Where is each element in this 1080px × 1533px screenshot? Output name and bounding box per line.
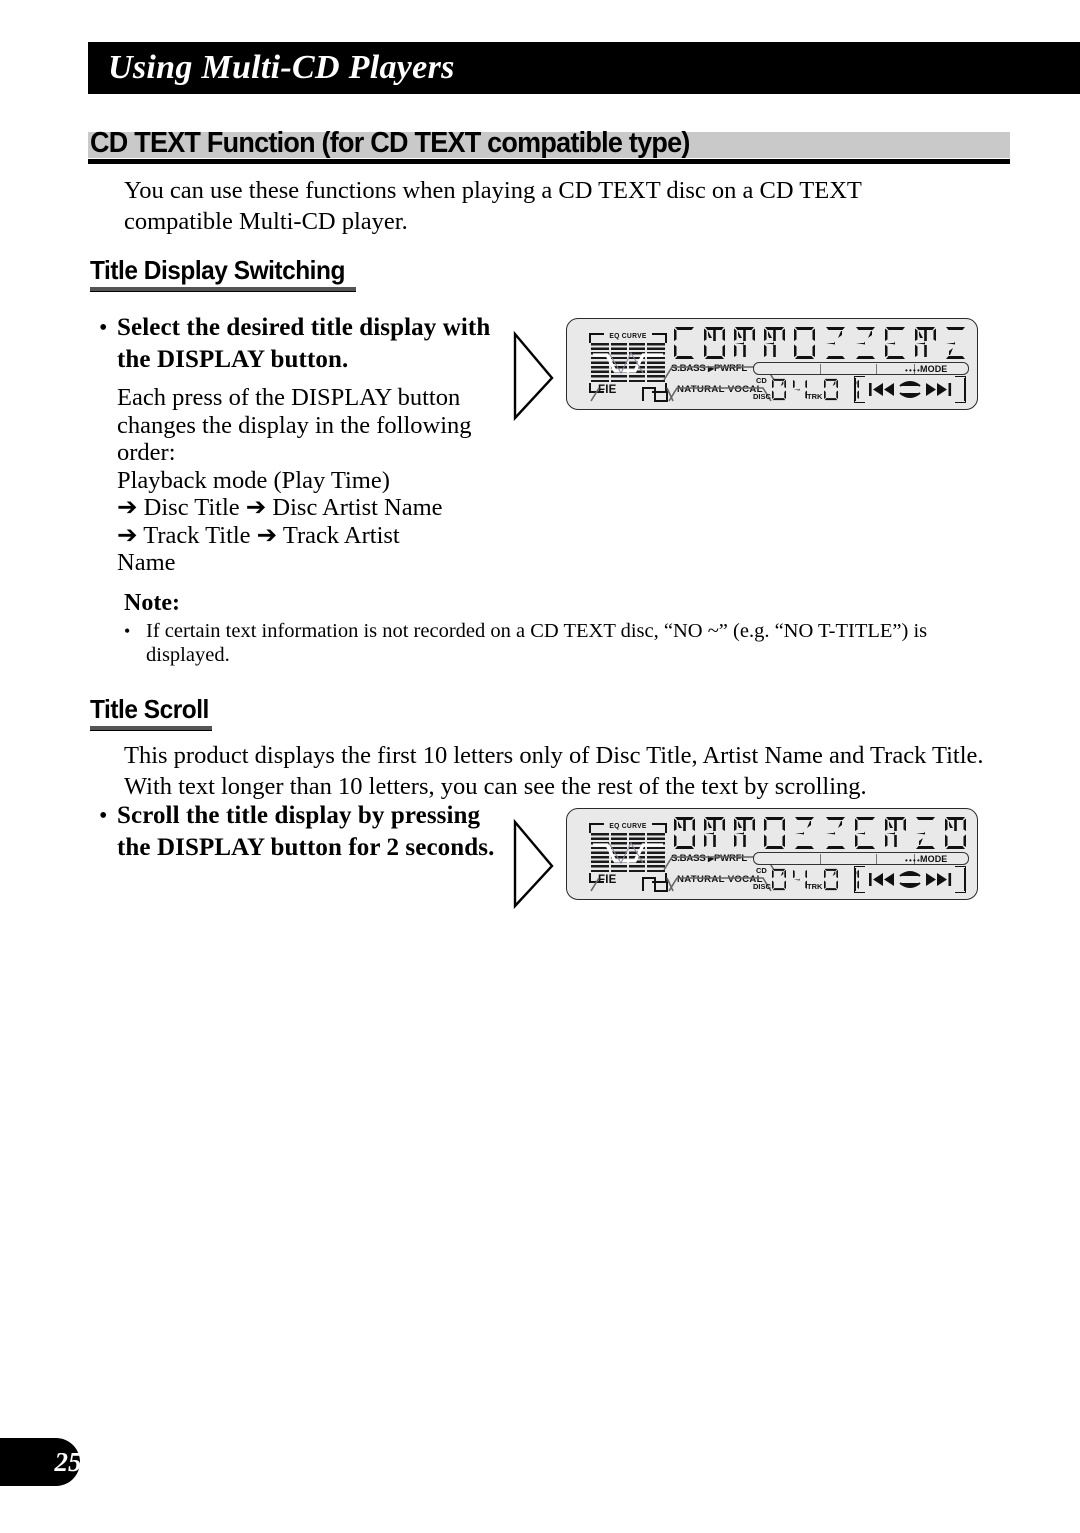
segment-char xyxy=(791,326,818,360)
section-heading-block: CD TEXT Function (for CD TEXT compatible… xyxy=(88,126,1010,164)
segment-char xyxy=(822,867,840,892)
waveform-icon xyxy=(642,877,674,892)
eq-curve-label: EQ CURVE xyxy=(608,821,648,830)
lcd-main-text-1 xyxy=(671,323,969,363)
note-label: Note: xyxy=(124,590,180,616)
subheading-title-scroll-rule xyxy=(90,726,212,731)
note-block: Note: • If certain text information is n… xyxy=(124,589,974,667)
skip-forward-icon xyxy=(926,873,952,886)
instruction-detail-line-5: Name xyxy=(117,549,176,576)
seek-pad-icon xyxy=(899,871,921,888)
segment-char xyxy=(822,326,849,360)
bullet-dot-icon: • xyxy=(99,315,108,341)
cd-label: CD xyxy=(756,376,767,385)
eq-curve-line xyxy=(593,351,663,375)
instruction-text: Scroll the title display by pressing the… xyxy=(117,802,495,861)
segment-char xyxy=(731,816,758,850)
segment-char xyxy=(882,326,909,360)
note-row: • If certain text information is not rec… xyxy=(124,619,974,667)
right-arrow-icon xyxy=(512,330,554,422)
segment-char xyxy=(791,816,818,850)
segment-char xyxy=(822,816,849,850)
title-scroll-paragraph: This product displays the first 10 lette… xyxy=(124,742,984,800)
segment-char xyxy=(731,326,758,360)
segment-char xyxy=(701,816,728,850)
transport-controls xyxy=(854,866,966,893)
segment-char xyxy=(852,816,879,850)
instruction-detail-line-3: ➔ Disc Title ➔ Disc Artist Name xyxy=(117,494,443,521)
skip-back-icon xyxy=(869,873,894,886)
fie-underline xyxy=(590,877,600,892)
segment-char xyxy=(701,326,728,360)
instruction-row: • Scroll the title display by pressing t… xyxy=(99,800,499,864)
segment-char xyxy=(761,326,788,360)
segment-char xyxy=(761,816,788,850)
transport-controls xyxy=(854,376,966,403)
section-heading-text: CD TEXT Function (for CD TEXT compatible… xyxy=(90,127,690,159)
eq-curve-line xyxy=(593,841,663,865)
fie-underline xyxy=(590,387,600,402)
instruction-block-title-display: • Select the desired title display with … xyxy=(99,312,499,577)
instruction-detail-line-2: Playback mode (Play Time) xyxy=(117,466,390,494)
trk-label: TRK xyxy=(807,882,823,891)
skip-back-icon xyxy=(869,383,894,396)
trk-label: TRK xyxy=(807,392,823,401)
lcd-main-text-2 xyxy=(671,813,969,853)
cd-label: CD xyxy=(756,866,767,875)
segment-char xyxy=(852,326,879,360)
bullet-dot-icon: • xyxy=(99,803,108,829)
lcd-display-2: EQ CURVE S.BASS ▶PWRFL NATURAL VOCAL FIE xyxy=(566,808,978,900)
subheading-title-display-switching-rule xyxy=(90,287,356,292)
lcd-display-1: EQ CURVE S.BASS ▶PWRFL NATURAL VOCAL FIE xyxy=(566,318,978,410)
mode-label: MODE xyxy=(920,854,948,864)
segment-char xyxy=(912,816,939,850)
segment-char xyxy=(671,326,698,360)
instruction-detail-line-4: ➔ Track Title ➔ Track Artist xyxy=(117,521,400,549)
page-number: 25 xyxy=(54,1447,82,1477)
eq-curve-label: EQ CURVE xyxy=(608,331,648,340)
instruction-row: • Select the desired title display with … xyxy=(99,312,499,376)
segment-char xyxy=(770,377,788,402)
segment-char xyxy=(942,816,969,850)
waveform-icon xyxy=(642,387,674,402)
segment-char xyxy=(770,867,788,892)
chapter-title: Using Multi-CD Players xyxy=(108,49,455,86)
segment-char xyxy=(671,816,698,850)
subheading-title-scroll: Title Scroll xyxy=(90,694,209,724)
disc-label: DISC xyxy=(753,882,771,891)
instruction-block-title-scroll: • Scroll the title display by pressing t… xyxy=(99,800,499,864)
disc-number-1 xyxy=(770,377,809,402)
section-intro-paragraph: You can use these functions when playing… xyxy=(124,177,862,235)
mode-label: MODE xyxy=(920,364,948,374)
segment-char xyxy=(912,326,939,360)
seek-pad-icon xyxy=(899,381,921,398)
mode-dots: •••• xyxy=(905,366,922,375)
skip-forward-icon xyxy=(926,383,952,396)
segment-char xyxy=(942,326,969,360)
subheading-title-display-switching: Title Display Switching xyxy=(90,255,345,285)
instruction-text: Select the desired title display with th… xyxy=(117,314,491,373)
disc-number-2 xyxy=(770,867,809,892)
right-arrow-icon xyxy=(512,818,554,910)
instruction-detail-line-1: Each press of the DISPLAY button changes… xyxy=(117,384,472,466)
note-bullet-dot-icon: • xyxy=(124,621,131,641)
segment-char xyxy=(822,377,840,402)
mode-dots: •••• xyxy=(905,856,922,865)
disc-label: DISC xyxy=(753,392,771,401)
note-text: If certain text information is not recor… xyxy=(146,620,928,666)
segment-char xyxy=(882,816,909,850)
